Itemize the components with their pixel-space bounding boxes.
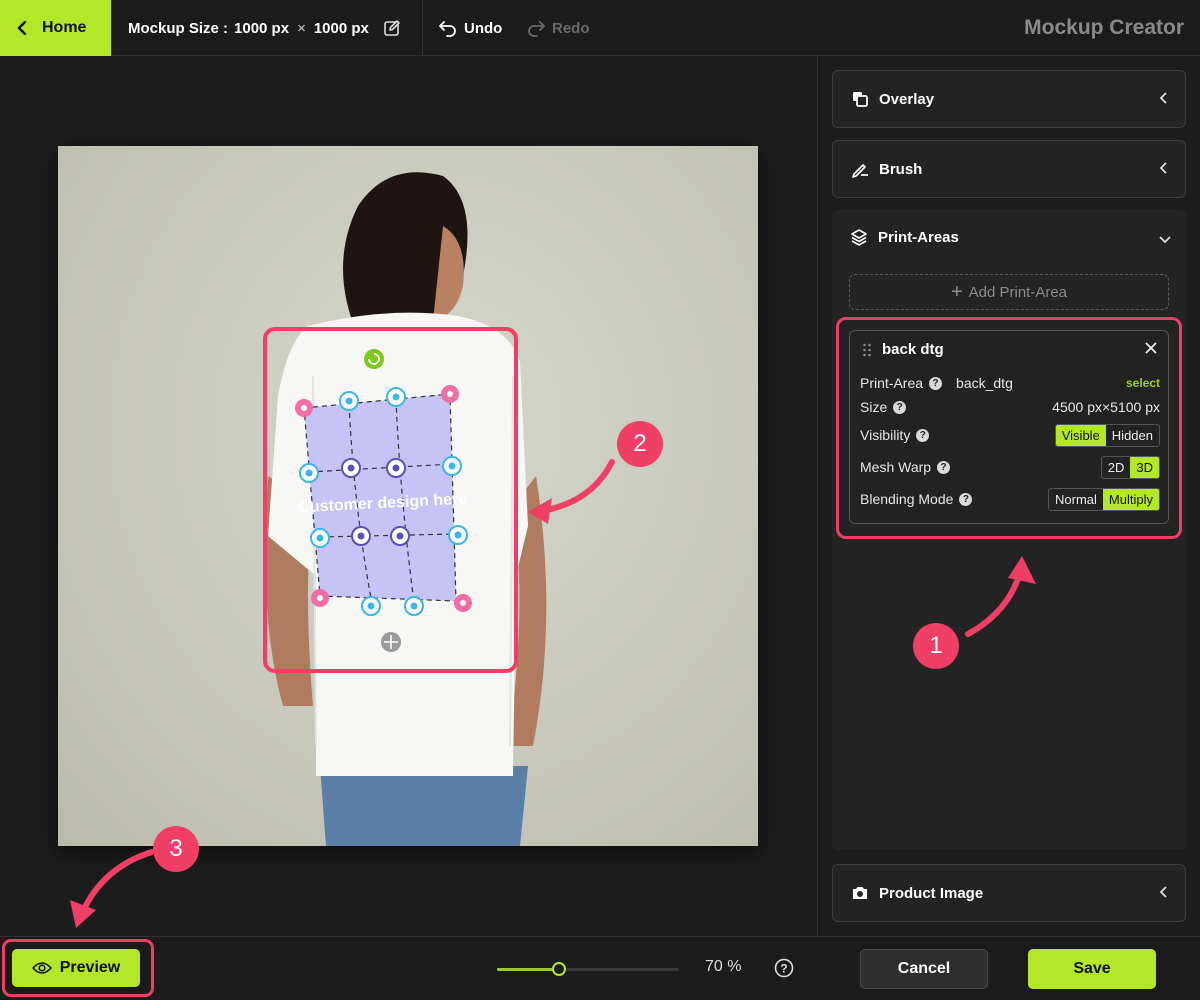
redo-button[interactable]: Redo: [526, 0, 590, 56]
mockup-image[interactable]: Customer design here: [58, 146, 758, 846]
eye-icon: [31, 962, 52, 974]
visibility-label: Visibility: [860, 427, 911, 443]
product-image-label: Product Image: [879, 884, 984, 902]
plus-icon: +: [950, 281, 963, 303]
zoom-slider-thumb[interactable]: [551, 962, 566, 976]
mesh-warp-label: Mesh Warp: [860, 459, 932, 475]
multiply-option[interactable]: Multiply: [1102, 488, 1159, 510]
hidden-option[interactable]: Hidden: [1106, 425, 1159, 446]
card-title-text: back dtg: [882, 341, 944, 358]
mesh-warp-toggle: 2D 3D: [1100, 455, 1160, 479]
chevron-left-icon: [1159, 92, 1167, 104]
mockup-photo: Customer design here: [265, 172, 547, 846]
undo-label: Undo: [464, 19, 503, 37]
brush-label: Brush: [879, 160, 923, 178]
undo-icon: [439, 21, 456, 37]
zoom-slider[interactable]: [497, 962, 679, 976]
print-area-card: back dtg Print-Area? back_dtg select Siz…: [849, 330, 1169, 524]
right-sidebar: Overlay Brush Print-Areas + Add Print-Ar…: [817, 56, 1200, 936]
print-areas-label: Print-Areas: [878, 228, 959, 246]
overlay-icon: [853, 92, 868, 107]
undo-button[interactable]: Undo: [438, 0, 502, 56]
mesh-2d-option[interactable]: 2D: [1102, 457, 1131, 478]
help-icon[interactable]: ?: [893, 400, 907, 414]
bottom-bar: Preview 70 % ? Cancel Save: [0, 936, 1200, 1000]
preview-label: Preview: [59, 959, 121, 976]
zoom-value: 70 %: [705, 958, 742, 975]
mesh-warp-row: Mesh Warp? 2D 3D: [860, 455, 1160, 479]
annotation-badge-3: 3: [153, 826, 199, 872]
help-icon[interactable]: ?: [937, 460, 951, 474]
blending-row: Blending Mode? Normal Multiply: [860, 487, 1160, 511]
blending-label: Blending Mode: [860, 491, 954, 507]
help-icon[interactable]: ?: [959, 492, 973, 506]
annotation-badge-1: 1: [913, 623, 959, 669]
overlay-panel[interactable]: Overlay: [832, 70, 1186, 128]
save-button[interactable]: Save: [1028, 949, 1156, 989]
close-icon[interactable]: [1144, 341, 1158, 355]
product-image-panel[interactable]: Product Image: [832, 864, 1186, 922]
normal-option[interactable]: Normal: [1049, 489, 1103, 510]
size-value: 4500 px×5100 px: [1052, 399, 1160, 415]
chevron-left-icon: [1159, 162, 1167, 174]
annotation-badge-2: 2: [617, 421, 663, 467]
visible-option[interactable]: Visible: [1055, 424, 1106, 446]
brush-panel[interactable]: Brush: [832, 140, 1186, 198]
home-button[interactable]: Home: [0, 0, 111, 56]
svg-text:?: ?: [780, 962, 787, 976]
move-icon[interactable]: [381, 632, 401, 652]
zoom-slider-fill: [497, 968, 559, 971]
mockup-size: Mockup Size : 1000 px × 1000 px: [128, 0, 401, 56]
mockup-size-label: Mockup Size :: [128, 19, 229, 37]
help-icon[interactable]: ?: [774, 958, 794, 978]
divider: [111, 0, 112, 56]
redo-label: Redo: [552, 19, 590, 37]
visibility-row: Visibility? Visible Hidden: [860, 423, 1160, 447]
camera-icon: [853, 887, 867, 899]
help-icon[interactable]: ?: [916, 428, 930, 442]
card-title: back dtg: [862, 341, 944, 358]
home-label: Home: [42, 19, 87, 36]
print-areas-header[interactable]: Print-Areas: [850, 228, 959, 246]
times-sign: ×: [297, 19, 306, 37]
top-bar: Home Mockup Size : 1000 px × 1000 px Und…: [0, 0, 1200, 56]
brush-icon: [852, 164, 868, 178]
blending-toggle: Normal Multiply: [1048, 487, 1160, 511]
add-print-area-label: Add Print-Area: [968, 283, 1068, 301]
size-label: Size: [860, 399, 888, 415]
print-areas-panel: Print-Areas + Add Print-Area back dtg Pr…: [832, 210, 1186, 850]
mesh-3d-option[interactable]: 3D: [1130, 456, 1159, 478]
cancel-button[interactable]: Cancel: [860, 949, 988, 989]
mockup-width: 1000 px: [234, 19, 290, 37]
canvas-area: Customer design here: [0, 56, 817, 936]
app-title: Mockup Creator: [1024, 16, 1184, 39]
drag-handle-icon[interactable]: [862, 343, 872, 357]
divider: [422, 0, 423, 56]
overlay-label: Overlay: [879, 90, 935, 108]
print-area-row: Print-Area? back_dtg select: [860, 371, 1160, 395]
chevron-left-icon: [17, 21, 27, 35]
rotate-icon[interactable]: [364, 349, 384, 369]
edit-icon[interactable]: [383, 19, 401, 37]
layers-icon: [851, 229, 867, 246]
size-row: Size? 4500 px×5100 px: [860, 395, 1160, 419]
mockup-height: 1000 px: [313, 19, 369, 37]
print-area-value: back_dtg: [956, 375, 1013, 391]
visibility-toggle: Visible Hidden: [1054, 423, 1160, 447]
preview-button[interactable]: Preview: [12, 949, 140, 987]
jeans: [320, 766, 528, 846]
select-link[interactable]: select: [1126, 376, 1160, 390]
add-print-area-button[interactable]: + Add Print-Area: [849, 274, 1169, 310]
chevron-down-icon[interactable]: [1158, 232, 1172, 246]
chevron-left-icon: [1159, 886, 1167, 898]
redo-icon: [528, 21, 545, 37]
print-area-label: Print-Area: [860, 375, 924, 391]
help-icon[interactable]: ?: [929, 376, 943, 390]
